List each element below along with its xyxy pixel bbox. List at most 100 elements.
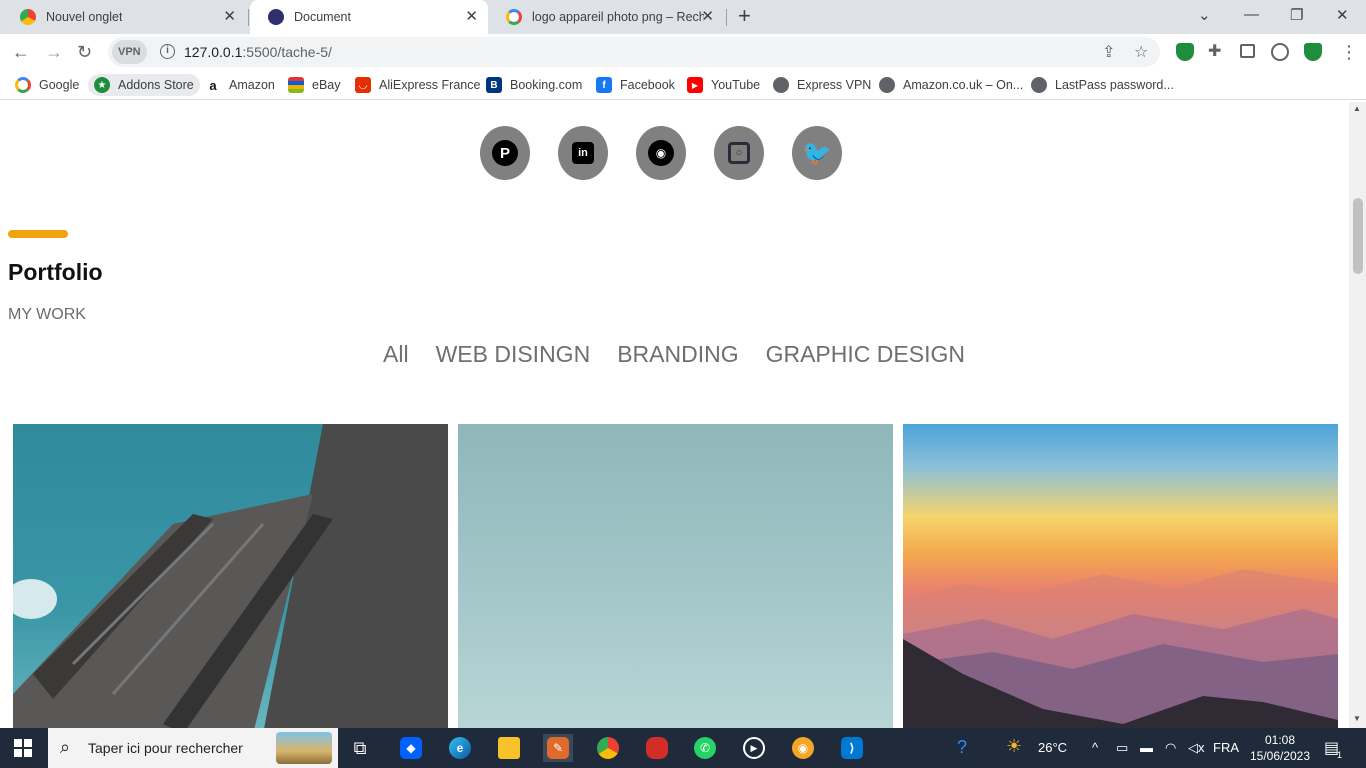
windows-start-icon[interactable]: [14, 739, 32, 757]
meet-now-icon[interactable]: ▭: [1116, 740, 1128, 756]
search-highlight-image: [276, 732, 332, 764]
linkedin-link[interactable]: in: [558, 126, 608, 180]
filter-all[interactable]: All: [383, 341, 409, 368]
bookmark-label: LastPass password...: [1055, 78, 1174, 92]
search-icon: ⌕: [60, 737, 71, 757]
tab-google-search[interactable]: logo appareil photo png – Reche ✕: [488, 0, 724, 34]
bookmark-label: YouTube: [711, 78, 761, 92]
taskbar-search[interactable]: ⌕ Taper ici pour rechercher: [48, 728, 338, 768]
bookmark-google[interactable]: Google: [15, 74, 79, 96]
vscode-icon[interactable]: ⟩: [837, 734, 867, 762]
vpn-badge[interactable]: VPN: [112, 40, 147, 64]
scroll-thumb[interactable]: [1353, 198, 1363, 274]
filter-branding[interactable]: BRANDING: [617, 341, 738, 368]
bookmark-label: eBay: [312, 78, 341, 92]
shield-check-extension-icon[interactable]: [1304, 43, 1322, 61]
portfolio-image-building[interactable]: [13, 424, 448, 728]
facebook-icon: f: [596, 77, 612, 93]
language-indicator[interactable]: FRA: [1213, 740, 1239, 755]
scroll-up-icon[interactable]: ▲: [1353, 104, 1361, 113]
tab-document[interactable]: Document ✕: [250, 0, 488, 34]
chrome-taskbar-icon[interactable]: [593, 734, 623, 762]
bookmark-label: Express VPN: [797, 78, 872, 92]
new-tab-button[interactable]: +: [738, 5, 751, 27]
volume-muted-icon[interactable]: ◁x: [1188, 740, 1205, 756]
bookmark-booking[interactable]: B Booking.com: [486, 74, 582, 96]
bookmark-ebay[interactable]: eBay: [288, 74, 341, 96]
url-path: :5500/tache-5/: [242, 44, 332, 60]
battery-icon[interactable]: ▬: [1140, 740, 1153, 755]
task-view-icon[interactable]: ⧉: [345, 734, 375, 762]
clock-time: 01:08: [1264, 733, 1296, 747]
profile-avatar-icon[interactable]: [1271, 43, 1289, 61]
globe-icon: [268, 9, 284, 25]
google-icon: [15, 77, 31, 93]
url-host: 127.0.0.1: [184, 44, 243, 60]
section-accent-bar: [8, 230, 68, 238]
address-bar[interactable]: VPN i 127.0.0.1:5500/tache-5/ ⇪ ☆: [108, 37, 1160, 67]
whatsapp-icon[interactable]: ✆: [690, 734, 720, 762]
dropbox-icon[interactable]: ◆: [396, 734, 426, 762]
restore-button[interactable]: ❐: [1290, 6, 1303, 24]
puzzle-extensions-icon[interactable]: ✚: [1208, 41, 1226, 60]
weather-temp[interactable]: 26°C: [1038, 740, 1067, 755]
bookmark-label: Amazon.co.uk – On...: [903, 78, 1024, 92]
page-viewport: P in ◉ ○ 🐦 Portfolio MY WORK All WEB DIS…: [0, 102, 1366, 728]
tab-nouvel-onglet[interactable]: Nouvel onglet ✕: [2, 0, 246, 34]
menu-kebab-icon[interactable]: ⋮: [1340, 41, 1358, 63]
bookmark-aliexpress[interactable]: ◡ AliExpress France: [355, 74, 480, 96]
portfolio-image-sky[interactable]: [458, 424, 893, 728]
brave-vpn-icon[interactable]: ◉: [788, 734, 818, 762]
google-icon: [506, 9, 522, 25]
reload-button[interactable]: ↻: [77, 41, 92, 63]
tray-chevron-icon[interactable]: ^: [1092, 740, 1098, 755]
close-icon[interactable]: ✕: [701, 9, 714, 25]
bookmark-lastpass[interactable]: LastPass password...: [1031, 74, 1174, 96]
instagram-link[interactable]: ○: [714, 126, 764, 180]
camera-icon: ◉: [648, 140, 674, 166]
media-player-icon[interactable]: ▶: [739, 734, 769, 762]
url-text[interactable]: 127.0.0.1:5500/tache-5/: [184, 44, 332, 60]
chrome-icon: [20, 9, 36, 25]
globe-icon: [773, 77, 789, 93]
minimize-button[interactable]: —: [1244, 6, 1259, 23]
tab-search-icon[interactable]: ⌄: [1198, 6, 1211, 24]
paint-icon[interactable]: ✎: [543, 734, 573, 762]
pinterest-icon: P: [492, 140, 518, 166]
help-icon[interactable]: ?: [957, 737, 967, 758]
share-icon[interactable]: ⇪: [1102, 42, 1115, 62]
forward-button[interactable]: →: [45, 41, 63, 63]
page-scrollbar[interactable]: ▲ ▼: [1349, 102, 1366, 728]
pinterest-link[interactable]: P: [480, 126, 530, 180]
file-explorer-icon[interactable]: [494, 734, 524, 762]
bookmark-express-vpn[interactable]: Express VPN: [773, 74, 871, 96]
filter-web-design[interactable]: WEB DISINGN: [436, 341, 591, 368]
weather-icon[interactable]: ☀: [1006, 736, 1022, 757]
close-icon[interactable]: ✕: [223, 9, 236, 25]
edge-icon[interactable]: e: [445, 734, 475, 762]
section-subtitle: MY WORK: [8, 306, 86, 323]
twitter-link[interactable]: 🐦: [792, 126, 842, 180]
bookmark-star-icon[interactable]: ☆: [1134, 42, 1148, 62]
wifi-icon[interactable]: ◠: [1165, 740, 1176, 756]
close-icon[interactable]: ✕: [465, 9, 478, 25]
side-panel-icon[interactable]: [1240, 44, 1255, 58]
back-button[interactable]: ←: [12, 41, 30, 63]
camera-link[interactable]: ◉: [636, 126, 686, 180]
filter-graphic-design[interactable]: GRAPHIC DESIGN: [766, 341, 965, 368]
scroll-down-icon[interactable]: ▼: [1353, 714, 1361, 723]
info-icon[interactable]: i: [160, 44, 175, 59]
tab-title: logo appareil photo png – Reche: [532, 10, 704, 24]
bookmark-youtube[interactable]: ▶ YouTube: [687, 74, 760, 96]
portfolio-image-mountains[interactable]: [903, 424, 1338, 728]
youtube-icon: ▶: [687, 77, 703, 93]
lastpass-app-icon[interactable]: [642, 734, 672, 762]
lock-shield-extension-icon[interactable]: [1176, 43, 1194, 61]
close-window-button[interactable]: ✕: [1336, 6, 1349, 24]
taskbar-clock[interactable]: 01:08 15/06/2023: [1248, 732, 1312, 764]
bookmark-label: Amazon: [229, 78, 275, 92]
bookmark-addons-store[interactable]: ★ Addons Store: [88, 74, 200, 96]
bookmark-facebook[interactable]: f Facebook: [596, 74, 675, 96]
bookmark-amazon[interactable]: a Amazon: [205, 74, 275, 96]
bookmark-amazon-uk[interactable]: Amazon.co.uk – On...: [879, 74, 1023, 96]
